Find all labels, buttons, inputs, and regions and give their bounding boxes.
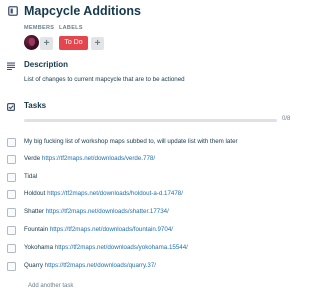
description-text[interactable]: List of changes to current mapcycle that… xyxy=(24,76,185,83)
task-link[interactable]: https://tf2maps.net/downloads/fountain.9… xyxy=(50,226,173,233)
task-text[interactable]: My big fucking list of workshop maps sub… xyxy=(24,137,238,147)
tasks-progress-bar xyxy=(24,119,277,122)
task-checkbox[interactable] xyxy=(7,262,16,271)
task-checkbox[interactable] xyxy=(7,226,16,235)
card-title[interactable]: Mapcycle Additions xyxy=(24,2,141,20)
description-icon xyxy=(7,62,15,70)
task-text[interactable]: Shatter https://tf2maps.net/downloads/sh… xyxy=(24,207,169,217)
tasks-progress-count: 0/8 xyxy=(282,116,291,122)
task-checkbox[interactable] xyxy=(7,173,16,182)
card-icon xyxy=(8,6,18,16)
task-checkbox[interactable] xyxy=(7,190,16,199)
labels-label: LABELS xyxy=(59,25,83,31)
task-link[interactable]: https://tf2maps.net/downloads/yokohama.1… xyxy=(55,244,188,251)
task-name: Tidal xyxy=(24,173,38,180)
task-item[interactable]: Holdout https://tf2maps.net/downloads/ho… xyxy=(0,189,300,201)
task-name: Fountain xyxy=(24,226,49,233)
tasks-heading: Tasks xyxy=(24,101,47,110)
task-item[interactable]: Shatter https://tf2maps.net/downloads/sh… xyxy=(0,207,300,219)
task-link[interactable]: https://tf2maps.net/downloads/quarry.37/ xyxy=(45,262,156,269)
task-item[interactable]: Verde https://tf2maps.net/downloads/verd… xyxy=(0,154,300,166)
task-name: Verde xyxy=(24,155,41,162)
task-item[interactable]: Fountain https://tf2maps.net/downloads/f… xyxy=(0,225,300,237)
add-task-button[interactable]: Add another task xyxy=(28,283,73,289)
task-item[interactable]: Quarry https://tf2maps.net/downloads/qua… xyxy=(0,261,300,273)
description-heading: Description xyxy=(24,60,69,69)
task-text[interactable]: Quarry https://tf2maps.net/downloads/qua… xyxy=(24,261,156,271)
task-text[interactable]: Fountain https://tf2maps.net/downloads/f… xyxy=(24,225,173,235)
label-chip-todo[interactable]: To Do xyxy=(59,36,88,50)
task-item[interactable]: My big fucking list of workshop maps sub… xyxy=(0,137,300,149)
task-checkbox[interactable] xyxy=(7,155,16,164)
members-label: MEMBERS xyxy=(24,25,55,31)
checklist-icon xyxy=(7,103,15,111)
task-text[interactable]: Yokohama https://tf2maps.net/downloads/y… xyxy=(24,243,188,253)
task-item[interactable]: Yokohama https://tf2maps.net/downloads/y… xyxy=(0,243,300,255)
task-link[interactable]: https://tf2maps.net/downloads/verde.778/ xyxy=(42,155,155,162)
add-label-button[interactable]: + xyxy=(91,37,104,50)
task-name: Quarry xyxy=(24,262,43,269)
task-name: Holdout xyxy=(24,190,46,197)
task-text[interactable]: Holdout https://tf2maps.net/downloads/ho… xyxy=(24,189,183,199)
task-checkbox[interactable] xyxy=(7,138,16,147)
task-name: My big fucking list of workshop maps sub… xyxy=(24,138,238,145)
add-member-button[interactable]: + xyxy=(40,37,53,50)
task-link[interactable]: https://tf2maps.net/downloads/holdout-a-… xyxy=(47,190,183,197)
task-text[interactable]: Verde https://tf2maps.net/downloads/verd… xyxy=(24,154,155,164)
task-text[interactable]: Tidal xyxy=(24,172,37,182)
task-checkbox[interactable] xyxy=(7,208,16,217)
task-item[interactable]: Tidal xyxy=(0,172,300,184)
task-name: Yokohama xyxy=(24,244,54,251)
task-checkbox[interactable] xyxy=(7,244,16,253)
card-detail: Mapcycle Additions MEMBERS + LABELS To D… xyxy=(0,0,300,296)
avatar[interactable] xyxy=(24,35,39,50)
task-link[interactable]: https://tf2maps.net/downloads/shatter.17… xyxy=(46,208,169,215)
task-name: Shatter xyxy=(24,208,44,215)
